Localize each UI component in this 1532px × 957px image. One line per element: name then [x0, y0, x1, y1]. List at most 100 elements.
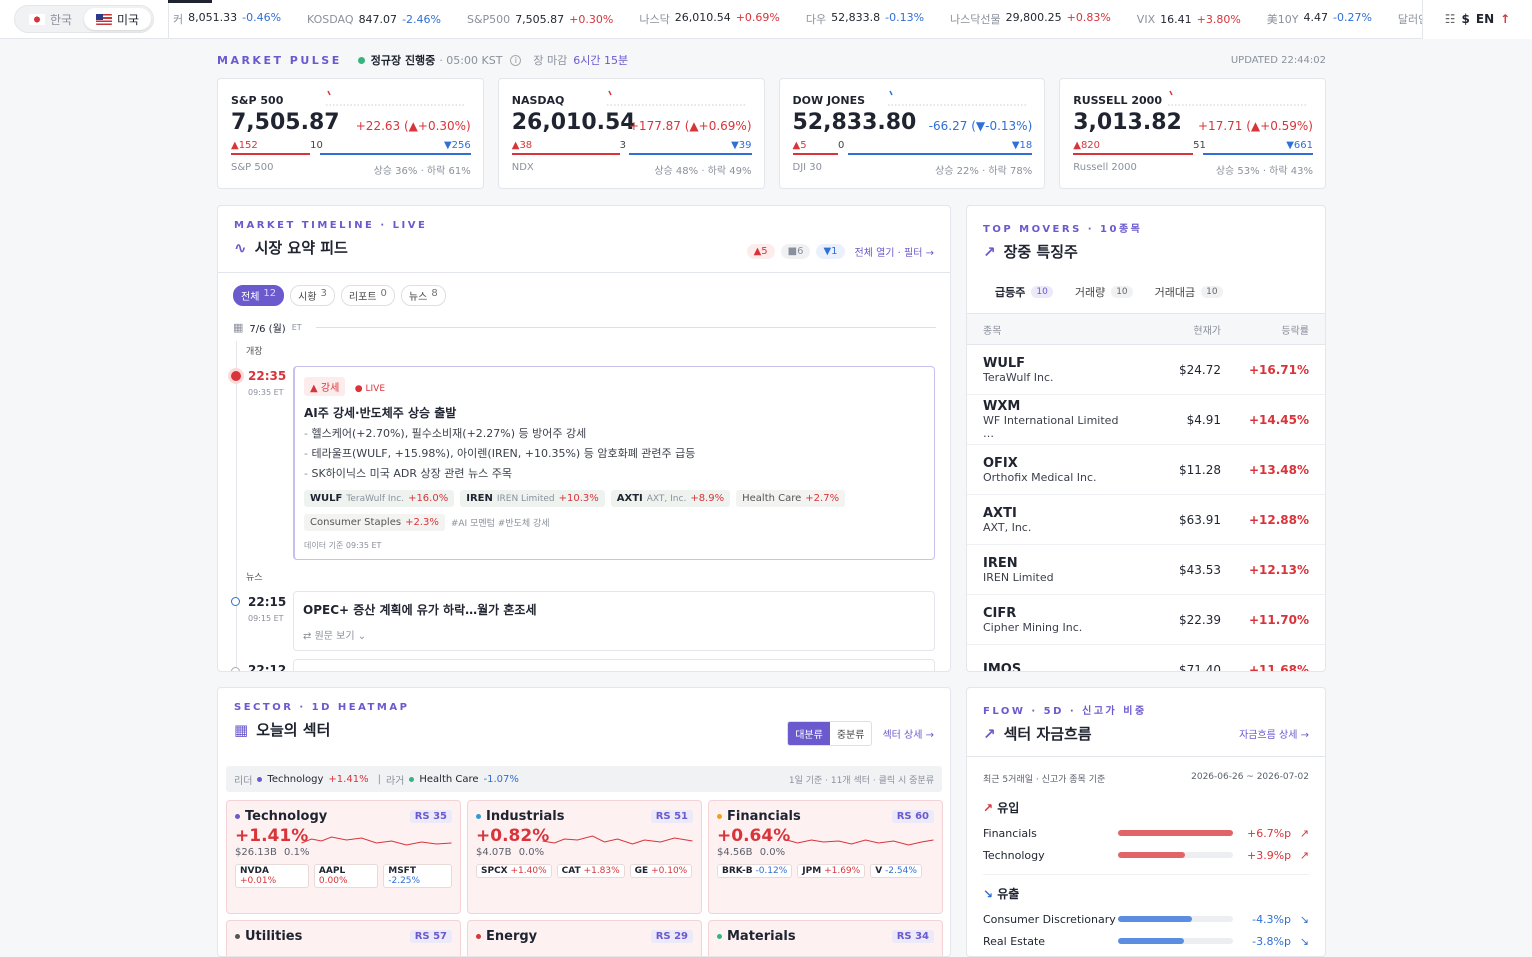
settings-icon[interactable]: ☷	[1445, 12, 1456, 26]
sector-tag[interactable]: Consumer Staples +2.3%	[304, 514, 445, 531]
mover-row[interactable]: OFIX Orthofix Medical Inc. $11.28 +13.48%	[967, 445, 1325, 495]
calendar-icon: ▦	[233, 321, 244, 334]
ticker-item[interactable]: 다우 52,833.8 -0.13%	[806, 11, 924, 27]
original-link[interactable]: ⇄ 원문 보기 ⌄	[303, 627, 925, 642]
mover-row[interactable]: WXM WF International Limited … $4.91 +14.45…	[967, 395, 1325, 445]
ticker-tag[interactable]: AXTI AXT, Inc. +8.9%	[610, 490, 731, 507]
mover-row[interactable]: IREN IREN Limited $43.53 +12.13%	[967, 545, 1325, 595]
lang-us-button[interactable]: 미국	[84, 8, 151, 30]
hashtags: #AI 모멘텀 #반도체 강세	[450, 519, 550, 529]
flow-row[interactable]: Technology +3.9%p ↗	[967, 844, 1325, 866]
seg-minor-button[interactable]: 중분류	[830, 722, 872, 745]
ticker-item[interactable]: VIX 16.41 +3.80%	[1137, 13, 1241, 26]
mover-change: +12.88%	[1248, 512, 1309, 527]
ticker-item[interactable]: S&P500 7,505.87 +0.30%	[467, 13, 613, 26]
ticker-item[interactable]: KOSDAQ 847.07 -2.46%	[307, 13, 441, 26]
sector-cell[interactable]: Financials RS 60 +0.64% $4.56B 0.0% BRK-B -…	[708, 800, 943, 914]
holding-chip[interactable]: BRK-B -0.12%	[717, 864, 793, 878]
sector-sparkline	[542, 835, 693, 845]
sector-cell[interactable]: Energy RS 29	[467, 920, 702, 956]
ticker-tag[interactable]: IREN IREN Limited +10.3%	[460, 490, 605, 507]
open-all-link[interactable]: 전체 열기 · 필터 →	[855, 244, 934, 259]
movers-tab[interactable]: 급등주 10	[995, 284, 1053, 300]
flow-label: FLOW · 5D · 신고가 비중	[983, 706, 1147, 717]
flow-row[interactable]: Real Estate -3.8%p ↘	[967, 930, 1325, 952]
info-icon[interactable]: i	[510, 54, 522, 66]
mover-row[interactable]: AXTI AXT, Inc. $63.91 +12.88%	[967, 495, 1325, 545]
holding-chip[interactable]: SPCX +1.40%	[476, 864, 552, 878]
entry2-et: 09:15 ET	[248, 614, 284, 623]
timeline-entry[interactable]	[293, 659, 935, 671]
entry1-tags: WULF TeraWulf Inc. +16.0% IREN IREN Limited +…	[304, 490, 924, 507]
lang-kr-button[interactable]: 한국	[17, 8, 84, 30]
mover-name: AXT, Inc.	[983, 520, 1032, 534]
index-card[interactable]: NASDAQ 26,010.54 +177.87 (▲+0.69%) ▲38 3…	[497, 78, 765, 189]
index-card[interactable]: S&P 500 7,505.87 +22.63 (▲+0.30%) ▲152 1…	[217, 78, 484, 189]
movers-tab[interactable]: 거래대금 10	[1155, 284, 1223, 300]
mover-symbol: WXM	[983, 399, 1021, 414]
flow-detail-link[interactable]: 자금흐름 상세 →	[1239, 726, 1309, 741]
entry2-headline: OPEC+ 증산 계획에 유가 하락…월가 혼조세	[303, 603, 537, 617]
index-card[interactable]: RUSSELL 2000 3,013.82 +17.71 (▲+0.59%) ▲…	[1059, 78, 1326, 189]
timeline-label: MARKET TIMELINE · LIVE	[234, 220, 428, 231]
mover-symbol: IREN	[983, 555, 1018, 571]
entry1-tags-2: Consumer Staples +2.3% #AI 모멘텀 #반도체 강세	[304, 514, 924, 531]
index-card[interactable]: DOW JONES 52,833.80 -66.27 (▼-0.13%) ▲5 …	[778, 78, 1046, 189]
section-open-label: 개장	[246, 347, 263, 357]
sector-cell[interactable]: Industrials RS 51 +0.82% $4.07B 0.0% SPCX +…	[467, 800, 702, 914]
mover-change: +13.48%	[1248, 462, 1309, 477]
currency-toggle[interactable]: $	[1462, 12, 1470, 26]
flow-row[interactable]: Consumer Discretionary -4.3%p ↘	[967, 908, 1325, 930]
market-pulse-header: MARKET PULSE 정규장 진행중 · 05:00 KST i 장 마감 …	[217, 52, 1326, 68]
holding-chip[interactable]: NVDA +0.01%	[235, 864, 309, 888]
flow-row[interactable]: Financials +6.7%p ↗	[967, 822, 1325, 844]
sector-name: Materials	[727, 929, 796, 944]
filter-pill[interactable]: 시황 3	[290, 285, 335, 306]
sector-summary-bar: 리더 Technology +1.41% | 라거 Health Care -1.07% …	[226, 766, 942, 792]
mover-price: $71.40	[1179, 662, 1221, 672]
sector-cell[interactable]: Technology RS 35 +1.41% $26.13B 0.1% NVDA +…	[226, 800, 461, 914]
timeline-entry[interactable]: ▲ 강세 ● LIVE AI주 강세·반도체주 상승 출발 - 헬스케어(+2.…	[293, 366, 935, 560]
mover-price: $43.53	[1179, 562, 1221, 577]
trend-up-icon: ↗	[983, 242, 996, 261]
index-change: +22.63 (▲+0.30%)	[355, 119, 471, 133]
index-symbol: S&P 500	[231, 162, 274, 173]
ticker-item[interactable]: 나스닥 26,010.54 +0.69%	[639, 11, 780, 27]
seg-major-button[interactable]: 대분류	[788, 722, 830, 745]
market-timeline-panel: MARKET TIMELINE · LIVE ∿ 시장 요약 피드 ▲5 ■6 ▼…	[217, 205, 951, 672]
holding-chip[interactable]: CAT +1.83%	[556, 864, 625, 878]
section-news-label: 뉴스	[246, 573, 263, 583]
entry1-headline: AI주 강세·반도체주 상승 출발	[304, 406, 457, 420]
filter-pill[interactable]: 리포트 0	[340, 285, 395, 306]
timeline-tz: ET	[291, 323, 302, 332]
mover-change: +11.70%	[1248, 612, 1309, 627]
language-toggle[interactable]: EN	[1476, 12, 1494, 26]
ticker-tag[interactable]: WULF TeraWulf Inc. +16.0%	[304, 490, 455, 507]
top-bar: 한국 미국 커 8,051.33 -0.46% KOSDAQ 847.07 -2.46% S…	[0, 0, 1532, 39]
holding-chip[interactable]: JPM +1.69%	[797, 864, 866, 878]
timeline-date: 7/6 (월)	[249, 324, 286, 335]
movers-tab[interactable]: 거래량 10	[1075, 284, 1133, 300]
holding-chip[interactable]: GE +0.10%	[629, 864, 693, 878]
holding-chip[interactable]: MSFT -2.25%	[383, 864, 452, 888]
ticker-item[interactable]: 커 8,051.33 -0.46%	[173, 11, 281, 27]
sector-cell[interactable]: Materials RS 34	[708, 920, 943, 956]
filter-pill[interactable]: 전체 12	[233, 285, 285, 306]
sector-detail-link[interactable]: 섹터 상세 →	[882, 726, 934, 741]
holding-chip[interactable]: AAPL 0.00%	[313, 864, 379, 888]
top-movers-panel: TOP MOVERS · 10종목 ↗ 장중 특징주 급등주 10 거래량 10 거래대금…	[966, 205, 1326, 672]
mover-row[interactable]: WULF TeraWulf Inc. $24.72 +16.71%	[967, 345, 1325, 395]
holding-chip[interactable]: V -2.54%	[870, 864, 922, 878]
mover-row[interactable]: IMOS $71.40 +11.68%	[967, 645, 1325, 672]
ticker-tag[interactable]: Health Care +2.7%	[736, 490, 846, 507]
sparkline	[326, 90, 466, 106]
ticker-item[interactable]: 美10Y 4.47 -0.27%	[1267, 11, 1372, 27]
ticker-item[interactable]: 달러인덱스10	[1398, 11, 1422, 27]
timeline-entry[interactable]: OPEC+ 증산 계획에 유가 하락…월가 혼조세 ⇄ 원문 보기 ⌄	[293, 591, 935, 651]
breadth-ratio: 상승 22% · 하락 78%	[935, 166, 1033, 177]
ticker-item[interactable]: 나스닥선물 29,800.25 +0.83%	[950, 11, 1111, 27]
mover-row[interactable]: CIFR Cipher Mining Inc. $22.39 +11.70%	[967, 595, 1325, 645]
sector-cell[interactable]: Utilities RS 57	[226, 920, 461, 956]
bullet-item: - 테라울프(WULF, +15.98%), 아이렌(IREN, +10.35%…	[304, 447, 696, 460]
filter-pill[interactable]: 뉴스 8	[400, 285, 446, 306]
